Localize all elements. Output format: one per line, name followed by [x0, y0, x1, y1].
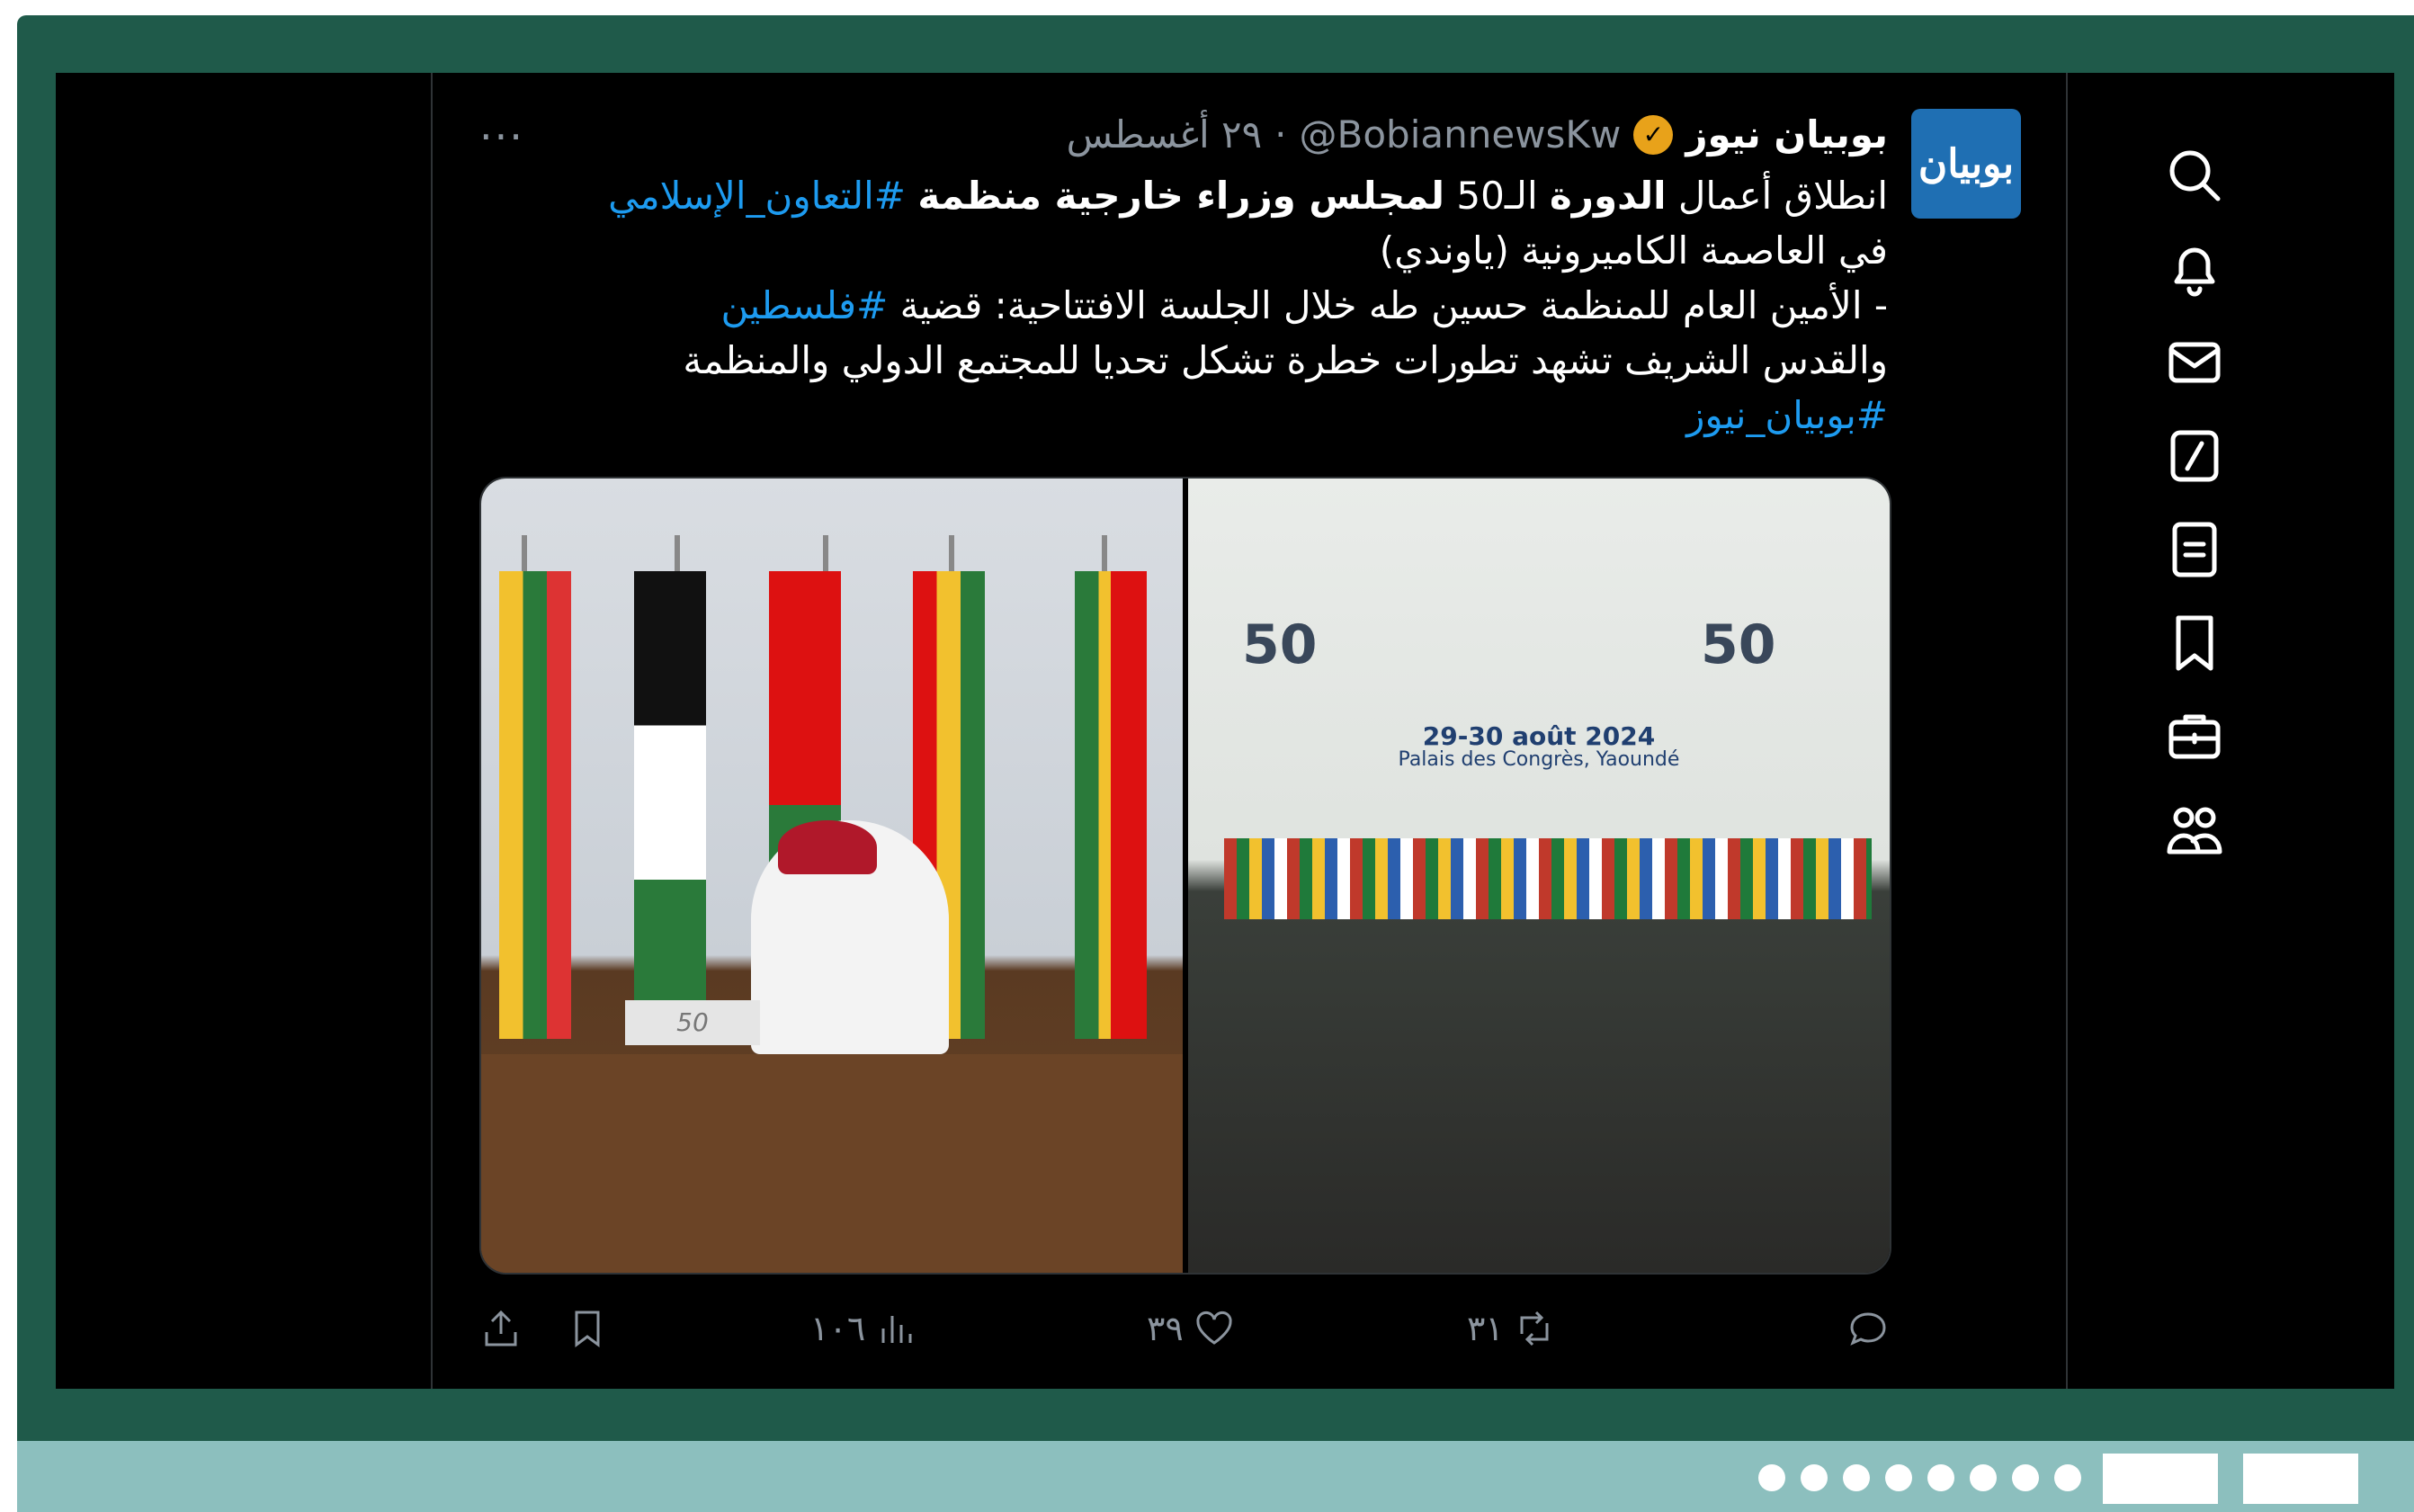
oic-50-logo: 50 — [1242, 613, 1318, 676]
banner-date: 29-30 août 2024 — [1422, 721, 1656, 751]
tweet-media: 50 50 50 29-30 août 2024 Palais des Cong… — [479, 477, 1891, 1275]
list-icon — [2172, 522, 2217, 577]
nav-notifications[interactable] — [2159, 233, 2231, 305]
screen: بوبيان بوبيان نيوز ✓ @BobiannewsKw · ٢٩ … — [56, 73, 2394, 1389]
flags-row — [1224, 838, 1872, 919]
views-button[interactable]: ١٠٦ — [810, 1307, 917, 1350]
nav-jobs[interactable] — [2159, 701, 2231, 773]
banner-place: Palais des Congrès, Yaoundé — [1398, 748, 1680, 771]
nav-bookmarks[interactable] — [2159, 607, 2231, 679]
side-nav — [2070, 73, 2394, 1389]
hashtag-link[interactable]: #فلسطين — [721, 283, 889, 327]
bottom-button-2[interactable] — [2243, 1454, 2358, 1504]
tweet-line-2: في العاصمة الكاميرونية (ياوندي) — [1379, 228, 1888, 273]
share-icon — [485, 1310, 517, 1346]
tweet-line-5: #بوبيان_نيوز — [449, 388, 1888, 443]
compose-icon — [2170, 430, 2219, 482]
red-hat — [778, 820, 877, 874]
bottom-button-1[interactable] — [2103, 1454, 2218, 1504]
views-count: ١٠٦ — [810, 1309, 866, 1348]
like-button[interactable]: ٣٩ — [1147, 1307, 1236, 1350]
verified-badge-icon: ✓ — [1633, 114, 1674, 155]
nav-search[interactable] — [2159, 139, 2231, 211]
tweet-line-4: والقدس الشريف تشهد تطورات خطرة تشكل تحدي… — [683, 338, 1888, 382]
text-bold: الدورة — [1550, 174, 1667, 218]
name-plate: 50 — [625, 1000, 760, 1045]
page-dot[interactable] — [1758, 1464, 1785, 1491]
timeline: بوبيان بوبيان نيوز ✓ @BobiannewsKw · ٢٩ … — [431, 73, 2068, 1389]
separator: · — [1274, 112, 1287, 157]
retweet-icon — [1520, 1311, 1549, 1346]
page-dot[interactable] — [1927, 1464, 1954, 1491]
share-button[interactable] — [479, 1307, 523, 1350]
bookmark-button[interactable] — [566, 1307, 609, 1350]
flag — [499, 571, 571, 1039]
bookmark-icon — [2176, 615, 2213, 671]
bookmark-icon — [575, 1311, 600, 1347]
page-dot[interactable] — [2012, 1464, 2039, 1491]
reply-icon — [1850, 1312, 1886, 1346]
text-bold: لمجلس وزراء خارجية منظمة — [917, 174, 1445, 218]
page-dots — [1758, 1464, 2081, 1491]
retweets-count: ٣١ — [1467, 1309, 1504, 1348]
tweet[interactable]: بوبيان بوبيان نيوز ✓ @BobiannewsKw · ٢٩ … — [433, 73, 2066, 1389]
hashtag-link[interactable]: #التعاون_الإسلامي — [608, 174, 917, 218]
photo-official-at-desk[interactable]: 50 — [481, 479, 1183, 1273]
tweet-header: بوبيان نيوز ✓ @BobiannewsKw · ٢٩ أغسطس — [1067, 112, 1888, 157]
nav-lists[interactable] — [2159, 514, 2231, 586]
tweet-line-1: انطلاق أعمال الدورة الـ50 لمجلس وزراء خا… — [449, 168, 1888, 223]
display-name[interactable]: بوبيان نيوز — [1685, 112, 1888, 157]
views-icon — [881, 1316, 912, 1343]
likes-count: ٣٩ — [1147, 1309, 1184, 1348]
desk — [481, 1054, 1183, 1273]
oic-50-logo: 50 — [1701, 613, 1776, 676]
briefcase-icon — [2168, 714, 2221, 759]
text-segment: الـ50 — [1444, 174, 1550, 218]
retweet-button[interactable]: ٣١ — [1467, 1307, 1556, 1350]
page-dot[interactable] — [1843, 1464, 1870, 1491]
search-icon — [2169, 150, 2221, 201]
flag — [1075, 571, 1147, 1039]
text-segment: انطلاق أعمال — [1666, 174, 1888, 218]
page-dot[interactable] — [2054, 1464, 2081, 1491]
tweet-text: انطلاق أعمال الدورة الـ50 لمجلس وزراء خا… — [449, 168, 1888, 443]
handle[interactable]: @BobiannewsKw — [1300, 112, 1622, 157]
text-segment: - الأمين العام للمنظمة حسين طه خلال الجل… — [888, 283, 1888, 327]
mail-icon — [2168, 342, 2221, 383]
page-dot[interactable] — [1885, 1464, 1912, 1491]
people-icon — [2167, 807, 2222, 854]
more-options-icon[interactable]: ··· — [479, 112, 524, 161]
avatar-text: بوبيان — [1918, 140, 2015, 187]
page-dot[interactable] — [1970, 1464, 1997, 1491]
flag — [634, 571, 706, 1039]
photo-conference-hall[interactable]: 50 50 29-30 août 2024 Palais des Congrès… — [1188, 479, 1890, 1273]
bell-icon — [2174, 247, 2215, 297]
nav-communities[interactable] — [2159, 794, 2231, 866]
hashtag-link[interactable]: #بوبيان_نيوز — [1686, 393, 1888, 437]
reply-button[interactable] — [1846, 1307, 1890, 1350]
nav-grok[interactable] — [2159, 420, 2231, 492]
heart-icon — [1196, 1311, 1232, 1345]
tweet-actions: ١٠٦ ٣٩ ٣١ — [479, 1307, 1891, 1361]
tweet-date[interactable]: ٢٩ أغسطس — [1067, 112, 1263, 157]
tweet-line-3: - الأمين العام للمنظمة حسين طه خلال الجل… — [449, 278, 1888, 333]
avatar[interactable]: بوبيان — [1911, 109, 2021, 219]
page-dot[interactable] — [1801, 1464, 1828, 1491]
nav-messages[interactable] — [2159, 327, 2231, 398]
